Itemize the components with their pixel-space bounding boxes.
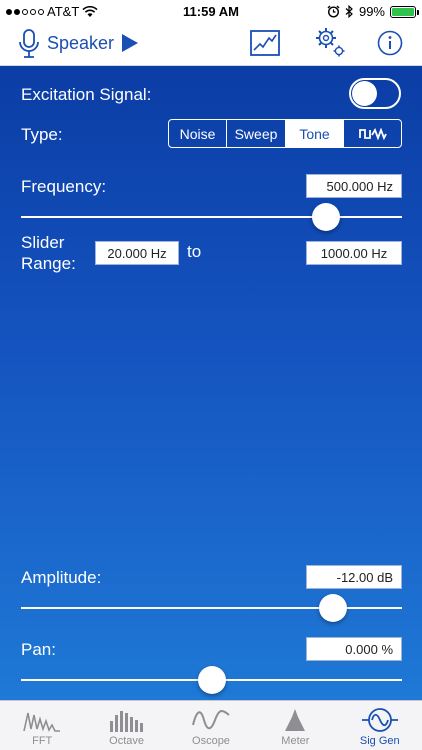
excitation-toggle[interactable]: [349, 78, 401, 109]
pan-slider[interactable]: [21, 665, 402, 695]
status-right: 99%: [327, 4, 419, 19]
pan-field[interactable]: 0.000 %: [306, 637, 402, 661]
status-bar: AT&T 11:59 AM 99%: [0, 0, 422, 22]
chart-icon[interactable]: [250, 30, 280, 56]
amplitude-slider-thumb[interactable]: [319, 594, 348, 622]
microphone-icon[interactable]: [18, 28, 40, 60]
alarm-icon: [327, 5, 340, 18]
excitation-signal-label: Excitation Signal:: [21, 85, 152, 104]
octave-icon: [109, 711, 143, 732]
battery-icon: [390, 5, 419, 18]
fft-icon: [23, 712, 61, 732]
play-icon[interactable]: [121, 33, 139, 53]
bluetooth-icon: [345, 5, 353, 18]
amplitude-label: Amplitude:: [21, 568, 102, 587]
signal-type-control: Noise Sweep Tone: [168, 119, 402, 148]
sig-gen-icon: [361, 708, 398, 732]
range-to-label: to: [187, 242, 202, 261]
frequency-label: Frequency:: [21, 177, 107, 196]
tab-oscope-label: Oscope: [192, 735, 230, 747]
meter-icon: [285, 709, 306, 731]
settings-icon[interactable]: [314, 26, 346, 58]
battery-percent: 99%: [358, 4, 385, 19]
frequency-slider-thumb[interactable]: [311, 203, 340, 231]
amplitude-field[interactable]: -12.00 dB: [306, 565, 402, 589]
toolbar: Speaker: [0, 22, 422, 66]
pan-label: Pan:: [21, 640, 56, 659]
type-tone-option[interactable]: Tone: [286, 120, 344, 147]
frequency-slider[interactable]: [21, 202, 402, 232]
tab-fft-label: FFT: [32, 735, 53, 747]
toggle-knob: [352, 81, 377, 106]
tab-bar: FFT Octave Oscope Meter Sig Gen: [0, 700, 422, 750]
amplitude-slider[interactable]: [21, 593, 402, 623]
type-label: Type:: [21, 125, 63, 144]
type-waveform-option[interactable]: [344, 120, 401, 147]
square-wave-icon: [358, 127, 387, 140]
type-noise-option[interactable]: Noise: [169, 120, 227, 147]
slider-range-label: Slider Range:: [21, 233, 76, 273]
info-icon[interactable]: [377, 30, 403, 56]
frequency-field[interactable]: 500.000 Hz: [306, 174, 402, 198]
input-source-label[interactable]: Speaker: [47, 33, 114, 54]
tab-meter[interactable]: Meter: [253, 701, 337, 750]
pan-slider-thumb[interactable]: [197, 666, 226, 694]
type-sweep-option[interactable]: Sweep: [227, 120, 286, 147]
tab-octave[interactable]: Octave: [84, 701, 168, 750]
tab-fft[interactable]: FFT: [0, 701, 84, 750]
range-min-field[interactable]: 20.000 Hz: [95, 241, 179, 265]
tab-oscope[interactable]: Oscope: [169, 701, 253, 750]
signal-generator-panel: Excitation Signal: Type: Noise Sweep Ton…: [0, 66, 422, 700]
range-max-field[interactable]: 1000.00 Hz: [306, 241, 402, 265]
tab-meter-label: Meter: [281, 735, 310, 747]
tab-sig-gen[interactable]: Sig Gen: [338, 701, 422, 750]
tab-octave-label: Octave: [109, 735, 145, 747]
oscope-icon: [191, 710, 230, 730]
tab-sig-gen-label: Sig Gen: [359, 735, 400, 747]
